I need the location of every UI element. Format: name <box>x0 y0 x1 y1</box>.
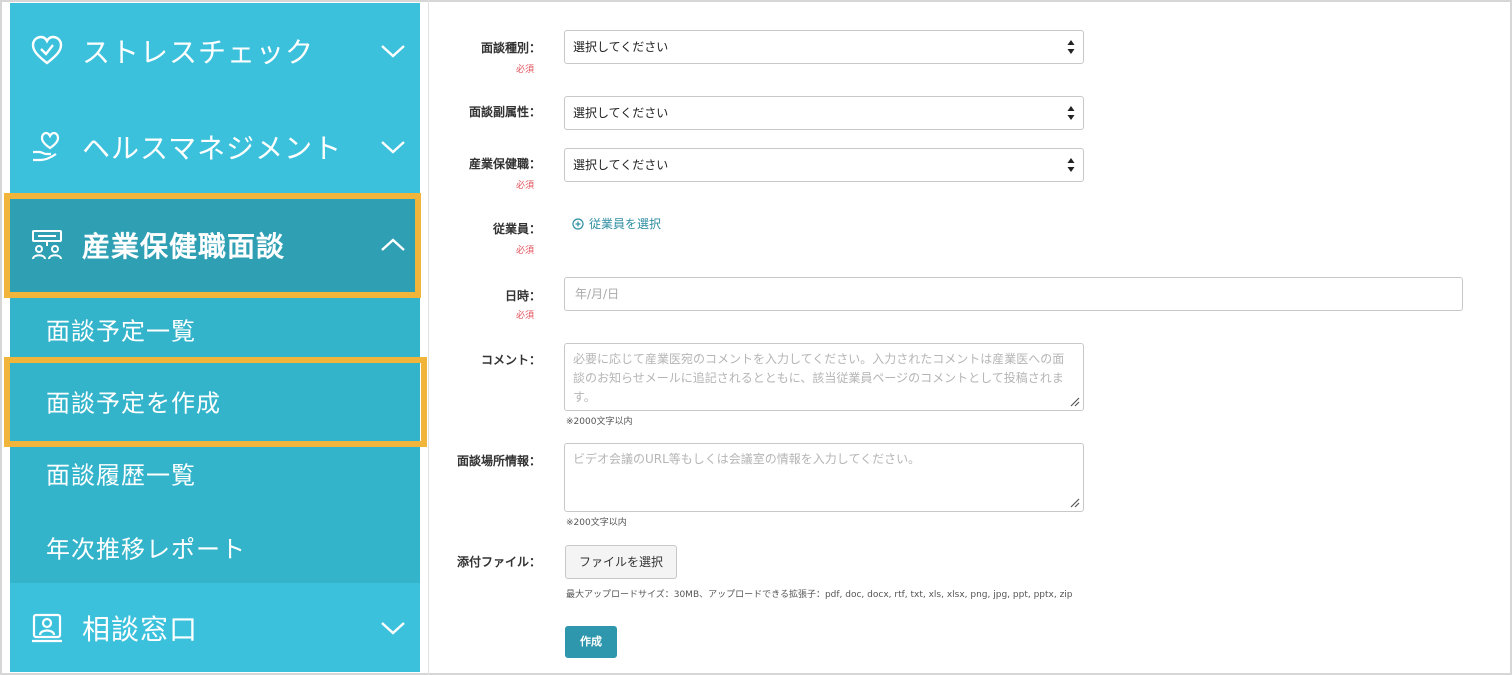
nav-consultation-desk[interactable]: 相談窓口 <box>10 583 420 672</box>
nav-label-occupational-health-interview: 産業保健職面談 <box>82 230 286 263</box>
location-textarea[interactable]: ビデオ会議のURL等もしくは会議室の情報を入力してください。 <box>564 443 1084 512</box>
label-datetime: 日時： <box>504 289 541 303</box>
nav-occupational-health-interview[interactable]: 産業保健職面談 <box>10 196 420 294</box>
label-location-info: 面談場所情報： <box>456 454 541 468</box>
select-value: 選択してください <box>573 158 669 172</box>
plus-circle-icon <box>572 217 584 230</box>
submenu-label: 面談予定一覧 <box>46 317 196 346</box>
select-arrows-icon <box>1067 106 1075 120</box>
person-frame-icon <box>32 613 62 642</box>
nav-health-management[interactable]: ヘルスマネジメント <box>10 99 420 195</box>
label-comment: コメント： <box>480 353 541 367</box>
occupational-health-staff-select[interactable]: 選択してください <box>564 148 1084 182</box>
location-limit-note: ※200文字以内 <box>566 518 627 528</box>
sidebar: ストレスチェック ヘルスマネジメント 産業保健職面談 面談予定一覧 面談予定を作… <box>10 3 420 672</box>
hand-heart-icon <box>33 131 60 162</box>
label-occupational-health-staff: 産業保健職： <box>468 157 541 171</box>
chevron-down-icon <box>381 621 405 635</box>
chevron-down-icon <box>381 141 405 154</box>
submenu-label: 面談履歴一覧 <box>46 461 196 490</box>
required-badge: 必須 <box>515 246 534 256</box>
label-interview-sub-attribute: 面談副属性： <box>468 105 541 119</box>
required-badge: 必須 <box>515 181 534 191</box>
label-interview-type: 面談種別： <box>480 41 541 55</box>
nav-stress-check[interactable]: ストレスチェック <box>10 3 420 99</box>
label-attachment: 添付ファイル： <box>456 555 541 569</box>
select-arrows-icon <box>1067 40 1075 54</box>
comment-placeholder: 必要に応じて産業医宛のコメントを入力してください。入力されたコメントは産業医への… <box>573 352 1065 404</box>
submenu-item-interview-history[interactable]: 面談履歴一覧 <box>10 437 420 509</box>
nav-label-stress-check: ストレスチェック <box>82 36 315 69</box>
submenu-item-annual-report[interactable]: 年次推移レポート <box>10 511 420 583</box>
select-arrows-icon <box>1067 158 1075 172</box>
chevron-down-icon <box>381 45 405 58</box>
heart-check-icon <box>31 35 63 65</box>
required-badge: 必須 <box>515 311 534 321</box>
label-employee: 従業員： <box>492 222 541 236</box>
date-input[interactable]: 年/月/日 <box>564 277 1463 311</box>
select-employee-label: 従業員を選択 <box>589 217 662 231</box>
nav-label-health-management: ヘルスマネジメント <box>82 132 343 165</box>
submenu-label: 年次推移レポート <box>46 535 246 564</box>
resize-grip-icon[interactable] <box>1070 397 1080 407</box>
submenu-item-create-interview[interactable]: 面談予定を作成 <box>10 365 420 437</box>
meeting-icon <box>32 230 62 260</box>
interview-type-select[interactable]: 選択してください <box>564 30 1084 64</box>
select-value: 選択してください <box>573 40 669 54</box>
interview-form: 面談種別： 必須 選択してください 面談副属性： 選択してください 産業保健職：… <box>428 0 1512 675</box>
required-badge: 必須 <box>515 65 534 75</box>
comment-limit-note: ※2000文字以内 <box>566 417 633 427</box>
select-value: 選択してください <box>573 106 669 120</box>
upload-limit-note: 最大アップロードサイズ：30MB、アップロードできる拡張子：pdf, doc, … <box>566 590 1073 600</box>
interview-sub-attribute-select[interactable]: 選択してください <box>564 96 1084 130</box>
chevron-up-icon <box>381 238 405 251</box>
nav-label-consultation-desk: 相談窓口 <box>82 612 199 646</box>
submenu-label: 面談予定を作成 <box>46 389 221 418</box>
select-employee-link[interactable]: 従業員を選択 <box>572 215 661 232</box>
resize-grip-icon[interactable] <box>1070 498 1080 508</box>
location-placeholder: ビデオ会議のURL等もしくは会議室の情報を入力してください。 <box>573 452 921 466</box>
submenu: 面談予定一覧 面談予定を作成 面談履歴一覧 年次推移レポート <box>10 293 420 583</box>
submenu-item-interview-list[interactable]: 面談予定一覧 <box>10 293 420 365</box>
choose-file-button[interactable]: ファイルを選択 <box>565 545 677 579</box>
comment-textarea[interactable]: 必要に応じて産業医宛のコメントを入力してください。入力されたコメントは産業医への… <box>564 343 1084 411</box>
create-button[interactable]: 作成 <box>565 626 617 658</box>
date-placeholder: 年/月/日 <box>575 287 620 301</box>
